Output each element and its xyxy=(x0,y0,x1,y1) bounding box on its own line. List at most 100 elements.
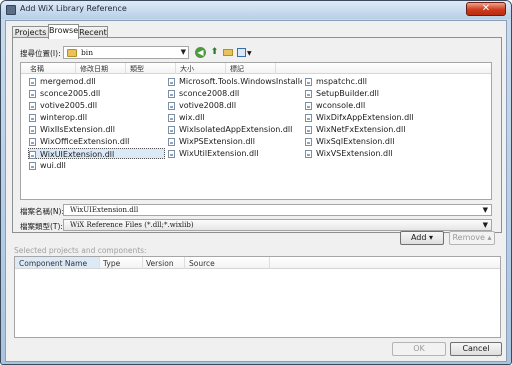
tab-browse[interactable]: Browse xyxy=(48,24,79,39)
views-menu-button[interactable]: ▼ xyxy=(236,47,252,58)
file-name: WixNetFxExtension.dll xyxy=(316,125,406,134)
file-item[interactable]: Microsoft.Tools.WindowsInstallerXml... xyxy=(168,76,302,87)
window-title: Add WiX Library Reference xyxy=(20,4,127,13)
file-item[interactable]: WixSqlExtension.dll xyxy=(305,136,435,147)
file-item[interactable]: WixNetFxExtension.dll xyxy=(305,124,435,135)
wix-icon xyxy=(6,5,16,15)
file-list[interactable]: 名稱 修改日期 類型 大小 標記 mergemod.dll sconce2005… xyxy=(20,62,492,200)
file-name: mspatchc.dll xyxy=(316,77,368,86)
dll-file-icon xyxy=(29,138,36,146)
file-item[interactable]: WixIIsExtension.dll xyxy=(29,124,159,135)
dll-file-icon xyxy=(168,114,175,122)
column-header-name[interactable]: 名稱 xyxy=(30,64,44,74)
selected-components-list[interactable]: Component Name Type Version Source xyxy=(14,256,501,338)
file-name: wconsole.dll xyxy=(316,101,366,110)
dll-file-icon xyxy=(305,150,312,158)
file-name: WixVSExtension.dll xyxy=(316,149,393,158)
file-item[interactable]: wconsole.dll xyxy=(305,100,435,111)
dll-file-icon xyxy=(168,138,175,146)
column-separator xyxy=(269,257,270,269)
dll-file-icon xyxy=(29,102,36,110)
dll-file-icon xyxy=(305,114,312,122)
file-name-input[interactable]: WixUIExtension.dll ▼ xyxy=(63,204,492,216)
views-menu-icon xyxy=(237,48,246,57)
file-item[interactable]: mspatchc.dll xyxy=(305,76,435,87)
resize-grip-icon[interactable]: ⋰ xyxy=(496,351,504,359)
new-folder-button[interactable] xyxy=(222,47,233,58)
file-item[interactable]: sconce2008.dll xyxy=(168,88,298,99)
back-arrow-icon: ◀ xyxy=(197,48,204,57)
look-in-combo[interactable]: bin ▼ xyxy=(63,46,189,59)
column-header-type[interactable]: 類型 xyxy=(130,64,144,74)
column-separator xyxy=(75,63,76,74)
ok-button[interactable]: OK xyxy=(392,342,446,356)
file-name: WixUtilExtension.dll xyxy=(179,149,259,158)
add-wix-library-reference-dialog: Add WiX Library Reference ✕ Projects Bro… xyxy=(0,0,512,365)
dll-file-icon xyxy=(305,90,312,98)
file-item[interactable]: WixUtilExtension.dll xyxy=(168,148,298,159)
selected-components-label: Selected projects and components: xyxy=(14,246,147,255)
file-name: WixUIExtension.dll xyxy=(40,150,115,159)
file-item[interactable]: wix.dll xyxy=(168,112,298,123)
file-item[interactable]: votive2008.dll xyxy=(168,100,298,111)
column-header-modified[interactable]: 修改日期 xyxy=(80,64,108,74)
chevron-down-icon: ▼ xyxy=(482,221,488,229)
add-button[interactable]: Add ▾ xyxy=(400,231,444,245)
up-folder-button[interactable]: ⬆ xyxy=(209,47,220,58)
dll-file-icon xyxy=(29,90,36,98)
file-name: winterop.dll xyxy=(40,113,88,122)
file-item[interactable]: mergemod.dll xyxy=(29,76,159,87)
file-item[interactable]: sconce2005.dll xyxy=(29,88,159,99)
file-name: Microsoft.Tools.WindowsInstallerXml... xyxy=(179,77,302,86)
remove-button[interactable]: Remove ▴ xyxy=(449,231,495,245)
column-header-type[interactable]: Type xyxy=(103,259,120,268)
column-header-component-name[interactable]: Component Name xyxy=(19,259,87,268)
file-name: votive2008.dll xyxy=(179,101,237,110)
file-type-select[interactable]: WiX Reference Files (*.dll;*.wixlib) ▼ xyxy=(63,219,492,231)
dll-file-icon xyxy=(168,90,175,98)
file-name: WixIIsExtension.dll xyxy=(40,125,115,134)
file-type-label: 檔案類型(T): xyxy=(20,222,63,231)
new-folder-icon xyxy=(223,49,233,56)
column-header-source[interactable]: Source xyxy=(189,259,215,268)
chevron-down-icon[interactable]: ▼ xyxy=(483,206,488,214)
file-item[interactable]: WixOfficeExtension.dll xyxy=(29,136,159,147)
dll-file-icon xyxy=(305,102,312,110)
column-header-size[interactable]: 大小 xyxy=(180,64,194,74)
dll-file-icon xyxy=(168,102,175,110)
back-button[interactable]: ◀ xyxy=(195,47,206,58)
close-button[interactable]: ✕ xyxy=(466,2,506,16)
dll-file-icon xyxy=(305,138,312,146)
file-name: WixOfficeExtension.dll xyxy=(40,137,130,146)
column-separator xyxy=(275,63,276,74)
file-name: sconce2005.dll xyxy=(40,89,101,98)
selected-components-header: Component Name Type Version Source xyxy=(15,257,500,269)
column-separator xyxy=(225,63,226,74)
column-header-tags[interactable]: 標記 xyxy=(230,64,244,74)
file-name: WixPSExtension.dll xyxy=(179,137,255,146)
file-item[interactable]: WixVSExtension.dll xyxy=(305,148,435,159)
cancel-button[interactable]: Cancel xyxy=(450,342,502,356)
column-separator xyxy=(142,257,143,269)
file-item[interactable]: WixPSExtension.dll xyxy=(168,136,298,147)
dll-file-icon xyxy=(305,78,312,86)
file-item-selected[interactable]: WixUIExtension.dll xyxy=(28,148,165,159)
file-item[interactable]: votive2005.dll xyxy=(29,100,159,111)
file-item[interactable]: WixDifxAppExtension.dll xyxy=(305,112,435,123)
dll-file-icon xyxy=(305,126,312,134)
file-list-header: 名稱 修改日期 類型 大小 標記 xyxy=(21,63,491,74)
up-folder-icon: ⬆ xyxy=(210,47,219,57)
file-name: wui.dll xyxy=(40,161,66,170)
file-name: WixSqlExtension.dll xyxy=(316,137,395,146)
dll-file-icon xyxy=(168,150,175,158)
file-item[interactable]: SetupBuilder.dll xyxy=(305,88,435,99)
column-header-version[interactable]: Version xyxy=(146,259,174,268)
file-name: sconce2008.dll xyxy=(179,89,240,98)
file-item[interactable]: wui.dll xyxy=(29,160,159,171)
look-in-label: 搜尋位置(I): xyxy=(20,49,61,58)
file-name-value: WixUIExtension.dll xyxy=(70,206,139,214)
dll-file-icon xyxy=(168,126,175,134)
file-item[interactable]: WixIsolatedAppExtension.dll xyxy=(168,124,298,135)
chevron-down-icon: ▼ xyxy=(180,48,186,56)
file-item[interactable]: winterop.dll xyxy=(29,112,159,123)
